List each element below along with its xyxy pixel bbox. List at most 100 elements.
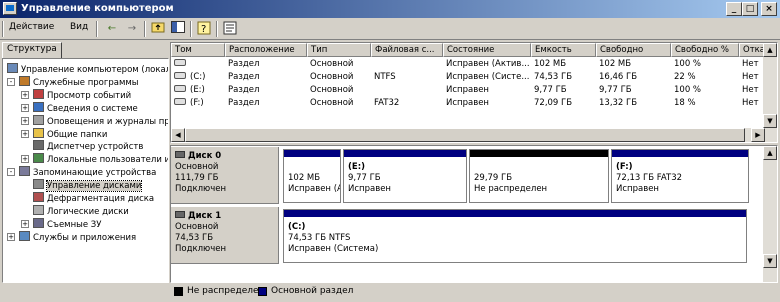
column-header[interactable]: Том	[171, 43, 225, 57]
collapse-icon[interactable]: -	[7, 77, 15, 86]
expand-icon[interactable]: +	[7, 232, 15, 241]
table-cell: NTFS	[374, 72, 396, 82]
tree-item[interactable]: - Служебные программы	[7, 75, 139, 88]
partition-name: (F:)	[616, 162, 633, 172]
volume-list-horizontal-scrollbar[interactable]: ◀ ▶	[171, 128, 765, 142]
tree-item[interactable]: + Службы и приложения	[7, 230, 136, 243]
expand-icon[interactable]: +	[21, 219, 29, 228]
show-hide-tree-icon[interactable]	[170, 21, 186, 37]
window-title: Управление компьютером	[21, 3, 174, 14]
column-header[interactable]: Емкость	[531, 43, 596, 57]
table-cell: 18 %	[674, 98, 696, 108]
volume-name: (F:)	[190, 98, 204, 108]
tree-item[interactable]: + Просмотр событий	[21, 88, 132, 101]
unallocated-region[interactable]: 29,79 ГБ Не распределен	[469, 149, 609, 203]
disk-size: 74,53 ГБ	[175, 233, 214, 243]
tree-item[interactable]: + Оповещения и журналы про	[21, 114, 169, 127]
expand-icon[interactable]: +	[21, 103, 29, 112]
minimize-button[interactable]: _	[726, 2, 742, 16]
tree-item[interactable]: - Запоминающие устройства	[7, 166, 157, 179]
column-header[interactable]: Свободно	[596, 43, 671, 57]
partition-block[interactable]: (C:) 74,53 ГБ NTFS Исправен (Система)	[283, 209, 747, 263]
partition-block[interactable]: (F:) 72,13 ГБ FAT32 Исправен	[611, 149, 749, 203]
disk-icon	[175, 211, 185, 218]
column-header[interactable]: Файловая с...	[371, 43, 443, 57]
tree-item-label: Съемные ЗУ	[47, 219, 102, 230]
scroll-down-icon[interactable]: ▼	[763, 114, 777, 128]
volume-list-vertical-scrollbar[interactable]: ▲ ▼	[763, 43, 777, 142]
tree-item[interactable]: Дефрагментация диска	[33, 192, 154, 204]
table-cell: Исправен (Актив...	[446, 59, 530, 69]
column-header[interactable]: Тип	[307, 43, 371, 57]
tree-item-label: Общие папки	[47, 129, 108, 140]
tree-item[interactable]: + Сведения о системе	[21, 101, 138, 114]
tree-item[interactable]: + Локальные пользователи и	[21, 153, 168, 165]
drive-icon	[174, 72, 186, 79]
disk-label[interactable]: Диск 0 Основной 111,79 ГБ Подключен	[171, 147, 279, 204]
scroll-right-icon[interactable]: ▶	[751, 128, 765, 142]
collapse-icon[interactable]: -	[7, 168, 15, 177]
tree-item[interactable]: + Съемные ЗУ	[21, 217, 102, 230]
column-header[interactable]: Свободно %	[671, 43, 739, 57]
volume-name-cell[interactable]	[174, 58, 224, 71]
device-manager-icon	[33, 140, 44, 151]
partition-block[interactable]: (E:) 9,77 ГБ Исправен	[343, 149, 467, 203]
column-header[interactable]: Расположение	[225, 43, 307, 57]
disk-status: Подключен	[175, 244, 226, 254]
table-cell: 100 %	[674, 85, 702, 95]
properties-icon[interactable]	[222, 21, 238, 37]
tree-item[interactable]: Управление компьютером (локаль	[7, 63, 168, 75]
table-cell: FAT32	[374, 98, 400, 108]
legend-unallocated-label: Не распределен	[187, 286, 265, 296]
column-header[interactable]: Состояние	[443, 43, 531, 57]
tree-item[interactable]: Диспетчер устройств	[33, 140, 143, 152]
up-folder-icon[interactable]	[150, 21, 166, 37]
help-icon[interactable]: ?	[196, 21, 212, 37]
scroll-up-icon[interactable]: ▲	[763, 43, 777, 57]
tree-item[interactable]: Логические диски	[33, 204, 129, 217]
back-arrow-icon[interactable]: ←	[104, 21, 120, 37]
scroll-down-icon[interactable]: ▼	[763, 254, 777, 268]
scroll-thumb[interactable]	[185, 128, 745, 142]
table-cell: Раздел	[228, 59, 260, 69]
tools-icon	[19, 75, 30, 86]
drive-icon	[174, 85, 186, 92]
console-tree: Управление компьютером (локаль - Служебные…	[2, 58, 169, 283]
expand-icon[interactable]: +	[21, 90, 29, 99]
tree-item[interactable]: + Общие папки	[21, 127, 108, 140]
close-button[interactable]: ×	[761, 2, 777, 16]
menu-action[interactable]: Действие	[9, 22, 54, 32]
title-bar[interactable]: Управление компьютером _ □ ×	[0, 0, 780, 18]
table-cell: Раздел	[228, 72, 260, 82]
volume-name-cell[interactable]: (E:)	[174, 84, 224, 97]
tab-structure[interactable]: Структура	[2, 42, 62, 58]
tree-item-label: Сведения о системе	[47, 103, 138, 114]
tree-item-label: Запоминающие устройства	[33, 168, 157, 179]
partition-block[interactable]: 102 МБ Исправен (А	[283, 149, 341, 203]
volume-name-cell[interactable]: (F:)	[174, 97, 224, 110]
expand-icon[interactable]: +	[21, 129, 29, 138]
forward-arrow-icon[interactable]: →	[124, 21, 140, 37]
tree-item[interactable]: Управление дисками	[33, 179, 143, 193]
computer-management-window: Управление компьютером _ □ × Действие Ви…	[0, 0, 780, 302]
table-cell: 9,77 ГБ	[534, 85, 567, 95]
disk-view-scrollbar[interactable]: ▲ ▼	[763, 146, 777, 282]
drive-icon	[174, 98, 186, 105]
partition-state: Исправен (Система)	[288, 244, 379, 254]
disk-type: Основной	[175, 222, 219, 232]
partition-state: Исправен (А	[288, 184, 341, 194]
tree-item-label: Просмотр событий	[47, 90, 132, 101]
disk-label[interactable]: Диск 1 Основной 74,53 ГБ Подключен	[171, 207, 279, 264]
partition-name: (E:)	[348, 162, 365, 172]
scroll-left-icon[interactable]: ◀	[171, 128, 185, 142]
scroll-up-icon[interactable]: ▲	[763, 146, 777, 160]
maximize-button[interactable]: □	[742, 2, 758, 16]
event-viewer-icon	[33, 88, 44, 99]
expand-icon[interactable]: +	[21, 155, 29, 164]
partition-size: 29,79 ГБ	[474, 173, 513, 183]
expand-icon[interactable]: +	[21, 116, 29, 125]
tree-item-label: Оповещения и журналы про	[47, 116, 169, 127]
volume-name-cell[interactable]: (C:)	[174, 71, 224, 84]
table-cell: 22 %	[674, 72, 696, 82]
menu-view[interactable]: Вид	[70, 22, 88, 32]
